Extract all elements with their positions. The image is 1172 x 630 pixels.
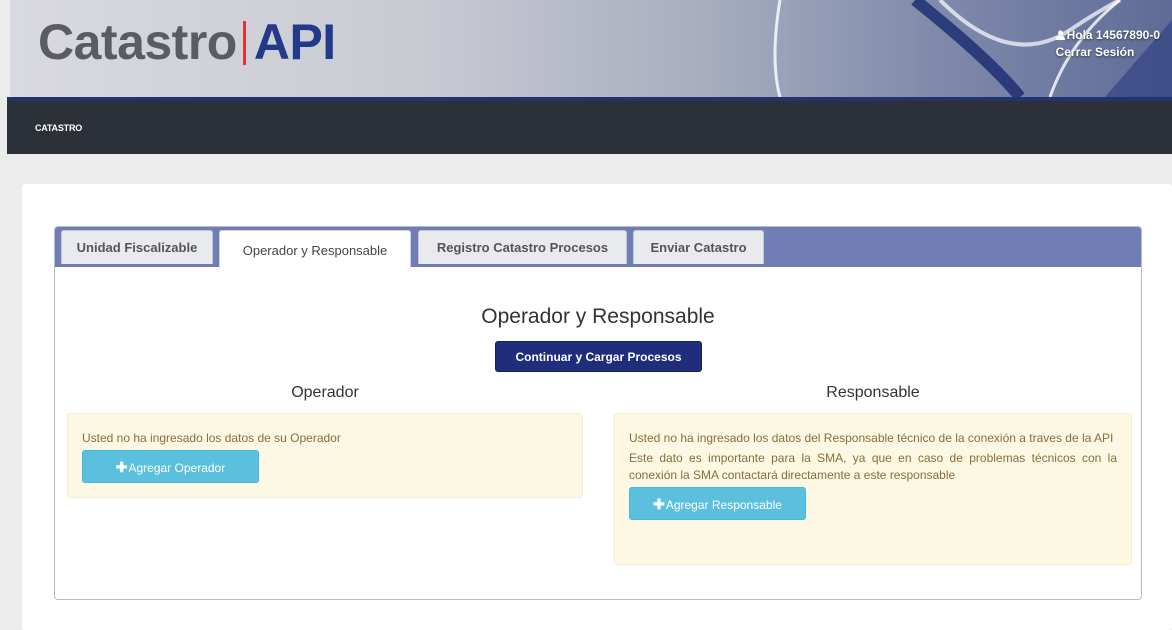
header-banner: Catastro API Hola 14567890-0 Cerrar Sesió…	[10, 0, 1172, 97]
tab-operador-responsable[interactable]: Operador y Responsable	[219, 230, 411, 268]
tab-bar: Unidad Fiscalizable Operador y Responsab…	[55, 227, 1141, 268]
logo-separator	[242, 21, 246, 65]
tabs-panel: Unidad Fiscalizable Operador y Responsab…	[54, 226, 1142, 600]
add-responsable-label: Agregar Responsable	[665, 498, 782, 512]
responsable-alert: Usted no ha ingresado los datos del Resp…	[614, 413, 1132, 565]
add-operador-button[interactable]: ✚Agregar Operador	[82, 450, 259, 483]
operador-message: Usted no ha ingresado los datos de su Op…	[82, 431, 341, 445]
plus-icon: ✚	[653, 496, 665, 512]
tab-unidad-fiscalizable[interactable]: Unidad Fiscalizable	[61, 230, 213, 264]
continue-button[interactable]: Continuar y Cargar Procesos	[495, 341, 702, 372]
user-box: Hola 14567890-0 Cerrar Sesión	[1055, 27, 1160, 61]
user-icon	[1055, 30, 1065, 40]
responsable-message-2: Este dato es importante para la SMA, ya …	[629, 451, 1117, 482]
operador-alert: Usted no ha ingresado los datos de su Op…	[67, 413, 583, 498]
logo-text-api: API	[253, 14, 336, 70]
logo-text-catastro: Catastro	[38, 14, 237, 70]
user-greeting: Hola 14567890-0	[1055, 27, 1160, 44]
app-logo[interactable]: Catastro API	[38, 12, 336, 72]
greeting-text: Hola 14567890-0	[1066, 28, 1160, 42]
responsable-message-1: Usted no ha ingresado los datos del Resp…	[629, 431, 1114, 445]
logout-link[interactable]: Cerrar Sesión	[1056, 44, 1160, 61]
top-navbar: CATASTRO	[7, 97, 1172, 154]
nav-item-catastro[interactable]: CATASTRO	[35, 123, 82, 133]
tab-registro-catastro-procesos[interactable]: Registro Catastro Procesos	[418, 230, 627, 264]
plus-icon: ✚	[115, 459, 128, 475]
add-operador-label: Agregar Operador	[128, 461, 226, 475]
section-title: Operador y Responsable	[481, 305, 715, 328]
operador-title: Operador	[291, 384, 359, 401]
add-responsable-button[interactable]: ✚Agregar Responsable	[629, 487, 806, 520]
tab-enviar-catastro[interactable]: Enviar Catastro	[633, 230, 764, 264]
responsable-title: Responsable	[826, 384, 920, 401]
